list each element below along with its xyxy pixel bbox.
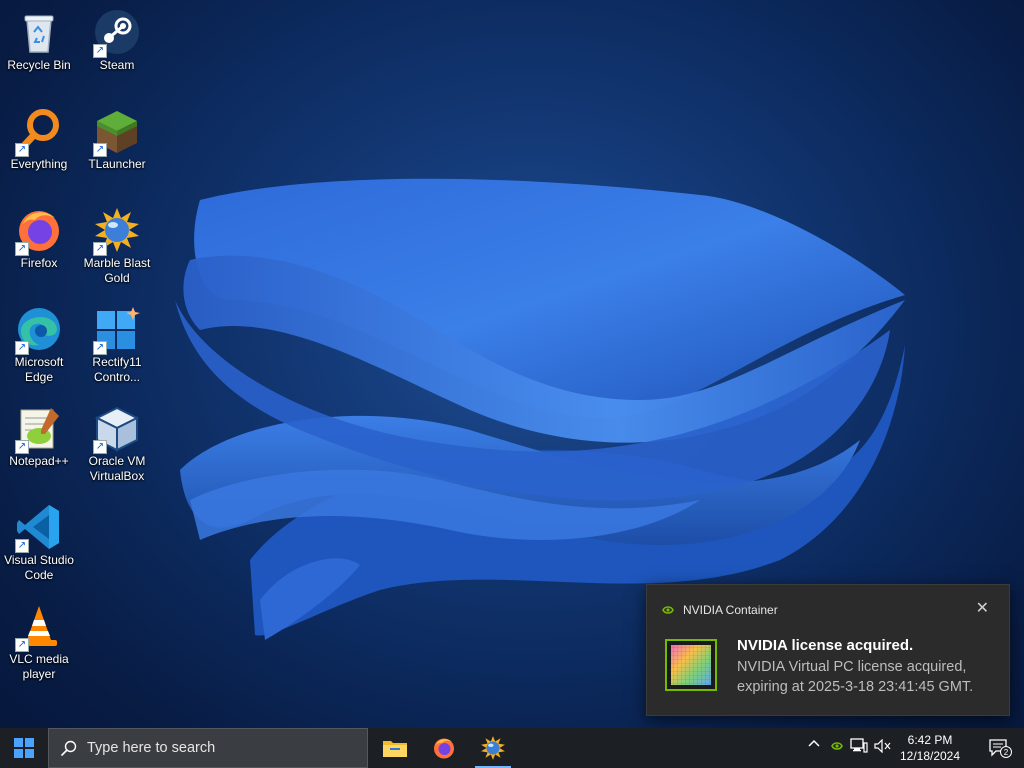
desktop-icon-label: Notepad++ [9, 454, 69, 468]
shortcut-arrow-icon: ↗ [15, 143, 29, 157]
desktop-icon-recycle-bin[interactable]: Recycle Bin [0, 0, 78, 73]
desktop-icon-label: Microsoft Edge [14, 355, 64, 384]
desktop-icon-firefox[interactable]: ↗ Firefox [0, 198, 78, 271]
toast-close-button[interactable]: ✕ [976, 601, 989, 617]
desktop-icon-label: Marble Blast Gold [83, 256, 151, 285]
nvidia-small-icon [661, 604, 675, 616]
toast-app-name: NVIDIA Container [683, 603, 778, 617]
windows-logo-icon [14, 738, 34, 758]
desktop-icon-everything[interactable]: ↗ Everything [0, 99, 78, 172]
shortcut-arrow-icon: ↗ [93, 440, 107, 454]
desktop-icon-notepad-plus-plus[interactable]: ↗ Notepad++ [0, 396, 78, 469]
notification-center-icon: 2 [989, 739, 1012, 758]
desktop-icon-microsoft-edge[interactable]: ↗ Microsoft Edge [0, 297, 78, 385]
taskbar: Type here to search 6:42 PM 12/18/2024 2 [0, 728, 1024, 768]
search-icon [61, 740, 77, 756]
show-hidden-icons-button[interactable] [808, 738, 820, 754]
firefox-icon [434, 738, 454, 759]
desktop-icon-label: Visual Studio Code [4, 553, 74, 582]
desktop-icon-label: Everything [10, 157, 68, 171]
file-explorer-icon [383, 741, 407, 757]
desktop-icon-tlauncher[interactable]: ↗ TLauncher [78, 99, 156, 172]
taskbar-marble-blast-gold[interactable] [469, 728, 517, 768]
clock-time: 6:42 PM [907, 733, 953, 747]
toast-header: NVIDIA Container [661, 603, 778, 617]
desktop-icon-label: Steam [99, 58, 135, 72]
desktop-icon-steam[interactable]: ↗ Steam [78, 0, 156, 73]
nvidia-gpu-chip-icon [665, 639, 717, 691]
shortcut-arrow-icon: ↗ [93, 44, 107, 58]
desktop-icon-label: Recycle Bin [7, 58, 71, 72]
desktop-icon-rectify11[interactable]: ↗ Rectify11 Contro... [78, 297, 156, 385]
notification-count: 2 [1004, 748, 1009, 757]
shortcut-arrow-icon: ↗ [93, 143, 107, 157]
desktop-icon-label: Rectify11 Contro... [92, 355, 142, 384]
shortcut-arrow-icon: ↗ [15, 638, 29, 652]
desktop-icon-label: Oracle VM VirtualBox [88, 454, 146, 483]
volume-tray-icon[interactable] [874, 738, 892, 755]
desktop-icon-vlc-media-player[interactable]: ↗ VLC media player [0, 594, 78, 682]
speaker-muted-icon [874, 738, 891, 754]
network-tray-icon[interactable] [850, 738, 868, 754]
desktop-icon-label: TLauncher [88, 157, 146, 171]
network-ethernet-icon [850, 738, 868, 753]
toast-body: NVIDIA Virtual PC license acquired, expi… [737, 659, 974, 695]
clock-date: 12/18/2024 [899, 749, 961, 763]
shortcut-arrow-icon: ↗ [93, 242, 107, 256]
toast-title: NVIDIA license acquired. [737, 637, 914, 654]
desktop-icon-marble-blast-gold[interactable]: ↗ Marble Blast Gold [78, 198, 156, 286]
marble-blast-gold-icon [481, 736, 505, 760]
taskbar-firefox[interactable] [420, 728, 468, 768]
desktop-icon-label: Firefox [20, 256, 58, 270]
desktop-icon-visual-studio-code[interactable]: ↗ Visual Studio Code [0, 495, 78, 583]
start-button[interactable] [0, 728, 48, 768]
shortcut-arrow-icon: ↗ [15, 440, 29, 454]
shortcut-arrow-icon: ↗ [15, 539, 29, 553]
shortcut-arrow-icon: ↗ [15, 341, 29, 355]
nvidia-icon [831, 742, 843, 750]
search-placeholder: Type here to search [87, 740, 216, 756]
taskbar-clock[interactable]: 6:42 PM 12/18/2024 [894, 732, 966, 764]
desktop-icon-oracle-vm-virtualbox[interactable]: ↗ Oracle VM VirtualBox [78, 396, 156, 484]
action-center-button[interactable]: 2 [988, 738, 1012, 758]
shortcut-arrow-icon: ↗ [93, 341, 107, 355]
notification-toast[interactable]: NVIDIA Container ✕ NVIDIA license acquir… [646, 584, 1010, 716]
recycle-bin-icon [24, 15, 54, 53]
desktop-icon-label: VLC media player [9, 652, 69, 681]
taskbar-file-explorer[interactable] [371, 728, 419, 768]
chevron-up-icon [808, 739, 820, 747]
shortcut-arrow-icon: ↗ [15, 242, 29, 256]
nvidia-tray-icon[interactable] [830, 740, 844, 756]
taskbar-search-box[interactable]: Type here to search [48, 728, 368, 768]
